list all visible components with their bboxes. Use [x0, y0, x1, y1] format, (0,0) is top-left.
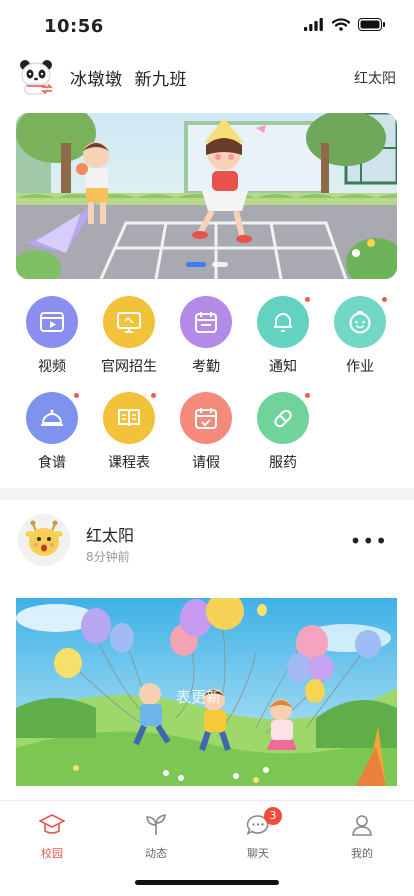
pill-icon — [257, 392, 311, 444]
tab-label: 我的 — [351, 847, 373, 860]
tab-label: 动态 — [145, 847, 167, 860]
video-icon — [26, 296, 78, 348]
function-label: 视频 — [38, 359, 66, 375]
function-enrollment[interactable]: 官网招生 — [91, 292, 167, 380]
notification-dot — [304, 296, 311, 303]
swap-icon — [41, 84, 53, 94]
function-label: 考勤 — [192, 359, 220, 375]
notification-dot — [150, 392, 157, 399]
tab-campus[interactable]: 校园 — [22, 811, 82, 861]
tab-label: 聊天 — [247, 847, 269, 860]
tab-moments[interactable]: 动态 — [126, 811, 186, 861]
status-time: 10:56 — [44, 16, 104, 37]
notification-dot — [73, 392, 80, 399]
smiley-icon — [334, 296, 388, 348]
function-label: 请假 — [192, 455, 220, 471]
sprout-icon — [126, 811, 186, 839]
book-icon — [103, 392, 157, 444]
wifi-icon — [332, 18, 350, 31]
graduation-cap-icon — [22, 811, 82, 839]
function-label: 官网招生 — [101, 359, 157, 375]
post-image-caption: 表更新 — [176, 688, 222, 706]
function-attendance[interactable]: 考勤 — [168, 292, 244, 380]
function-label: 通知 — [269, 359, 297, 375]
signal-icon — [304, 18, 323, 31]
banner-pagination — [16, 262, 397, 267]
function-schedule[interactable]: 课程表 — [91, 388, 167, 476]
app-header: 冰墩墩 新九班 红太阳 — [0, 52, 414, 102]
chat-unread-badge: 3 — [264, 807, 282, 825]
banner-illustration — [16, 113, 397, 279]
section-divider — [0, 488, 414, 500]
bell-icon — [257, 296, 311, 348]
function-label: 服药 — [269, 455, 297, 471]
school-name: 冰墩墩 — [70, 70, 123, 90]
user-name[interactable]: 红太阳 — [354, 68, 396, 88]
status-bar: 10:56 — [0, 0, 414, 52]
battery-icon — [358, 18, 385, 31]
function-homework[interactable]: 作业 — [322, 292, 398, 380]
banner-carousel[interactable] — [16, 113, 397, 279]
function-video[interactable]: 视频 — [14, 292, 90, 380]
function-notice[interactable]: 通知 — [245, 292, 321, 380]
post-author-avatar[interactable] — [18, 514, 70, 566]
banner-dot-1[interactable] — [185, 262, 206, 267]
giraffe-avatar-icon — [18, 514, 70, 566]
function-label: 课程表 — [108, 455, 150, 471]
cloche-icon — [26, 392, 80, 444]
calendar-leave-icon — [180, 392, 232, 444]
function-label: 作业 — [346, 359, 374, 375]
post-timestamp: 8分钟前 — [86, 550, 130, 564]
banner-dot-2[interactable] — [211, 262, 228, 267]
tab-mine[interactable]: 我的 — [332, 811, 392, 861]
function-menu[interactable]: 食谱 — [14, 388, 90, 476]
monitor-icon — [103, 296, 155, 348]
function-label: 食谱 — [38, 455, 66, 471]
school-title[interactable]: 冰墩墩 新九班 — [70, 65, 187, 90]
function-leave[interactable]: 请假 — [168, 388, 244, 476]
post-author-name[interactable]: 红太阳 — [86, 522, 134, 546]
person-icon — [332, 811, 392, 839]
class-name: 新九班 — [134, 70, 187, 90]
home-indicator[interactable] — [135, 880, 279, 885]
chat-icon: 3 — [228, 807, 288, 839]
tab-chat[interactable]: 3 聊天 — [228, 807, 288, 861]
school-switch-avatar[interactable] — [16, 56, 56, 96]
notification-dot — [304, 392, 311, 399]
calendar-icon — [180, 296, 232, 348]
more-options-icon[interactable]: ••• — [350, 531, 388, 551]
function-medicine[interactable]: 服药 — [245, 388, 321, 476]
status-icons — [304, 18, 386, 31]
notification-dot — [381, 296, 388, 303]
tab-label: 校园 — [41, 847, 63, 860]
